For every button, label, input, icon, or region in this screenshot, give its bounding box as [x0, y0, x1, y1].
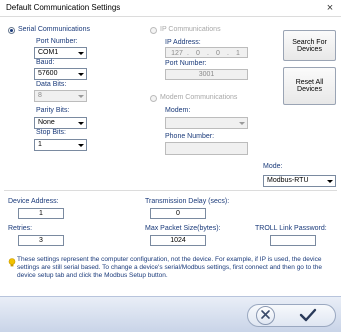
- device-address-label: Device Address:: [8, 198, 59, 205]
- info-text: These settings represent the computer co…: [17, 256, 322, 279]
- mode-label: Mode:: [263, 163, 283, 170]
- serial-communications-radio[interactable]: [8, 27, 15, 34]
- parity-bits-label: Parity Bits:: [36, 107, 70, 114]
- reset-all-devices-label: Reset All Devices: [295, 79, 324, 93]
- transmission-delay-field[interactable]: 0: [150, 208, 206, 219]
- chevron-down-icon: [77, 141, 85, 149]
- port-number-value: COM1: [38, 49, 59, 56]
- modem-label: Modem:: [165, 107, 191, 114]
- max-packet-size-field[interactable]: 1024: [150, 235, 206, 246]
- ip-octet: 127: [171, 50, 183, 57]
- port-number-select[interactable]: COM1: [34, 47, 87, 59]
- chevron-down-icon: [326, 177, 334, 185]
- ip-port-number-label: Port Number:: [165, 60, 207, 67]
- x-circle-icon: [260, 309, 271, 322]
- parity-bits-select[interactable]: None: [34, 117, 87, 129]
- phone-number-field: [165, 142, 248, 155]
- phone-number-label: Phone Number:: [165, 133, 215, 140]
- max-packet-size-label: Max Packet Size(bytes):: [145, 225, 221, 232]
- data-bits-label: Data Bits:: [36, 81, 67, 88]
- transmission-delay-label: Transmission Delay (secs):: [145, 198, 230, 205]
- reset-all-devices-button[interactable]: Reset All Devices: [283, 67, 336, 105]
- lightbulb-icon: [8, 258, 16, 268]
- mode-value: Modbus-RTU: [267, 177, 309, 184]
- retries-field[interactable]: 3: [18, 235, 64, 246]
- ok-button[interactable]: [285, 305, 330, 326]
- stop-bits-select[interactable]: 1: [34, 139, 87, 151]
- ip-address-field: 127 . 0 . 0 . 1: [165, 47, 248, 58]
- retries-label: Retries:: [8, 225, 33, 232]
- stop-bits-value: 1: [38, 141, 42, 148]
- chevron-down-icon: [77, 70, 85, 78]
- baud-label: Baud:: [36, 59, 55, 66]
- search-for-devices-button[interactable]: Search For Devices: [283, 30, 336, 61]
- ip-communications-label: IP Communications: [160, 26, 221, 33]
- chevron-down-icon: [77, 119, 85, 127]
- ip-octet: 1: [236, 50, 240, 57]
- serial-communications-label: Serial Communications: [18, 26, 90, 33]
- device-address-field[interactable]: 1: [18, 208, 64, 219]
- ip-port-number-field: 3001: [165, 69, 248, 80]
- mode-select[interactable]: Modbus-RTU: [263, 175, 336, 187]
- stop-bits-label: Stop Bits:: [36, 129, 66, 136]
- window-title: Default Communication Settings: [6, 3, 121, 12]
- baud-value: 57600: [38, 70, 58, 77]
- section-divider: [4, 190, 337, 191]
- modem-communications-radio[interactable]: [150, 95, 157, 102]
- ip-octet: 0: [216, 50, 220, 57]
- modem-select: [165, 117, 248, 129]
- ip-communications-radio[interactable]: [150, 27, 157, 34]
- ip-octet: 0: [196, 50, 200, 57]
- ip-address-label: IP Address:: [165, 39, 201, 46]
- troll-link-password-field[interactable]: [270, 235, 316, 246]
- chevron-down-icon: [238, 119, 246, 127]
- baud-select[interactable]: 57600: [34, 68, 87, 80]
- parity-bits-value: None: [38, 119, 55, 126]
- search-for-devices-label: Search For Devices: [292, 38, 327, 53]
- chevron-down-icon: [77, 49, 85, 57]
- chevron-down-icon: [77, 92, 85, 100]
- checkmark-icon: [299, 308, 317, 324]
- data-bits-select: 8: [34, 90, 87, 102]
- modem-communications-label: Modem Communications: [160, 94, 238, 101]
- port-number-label: Port Number:: [36, 38, 78, 45]
- cancel-button[interactable]: [256, 306, 275, 325]
- troll-link-password-label: TROLL Link Password:: [255, 225, 327, 232]
- close-icon[interactable]: ×: [323, 1, 337, 15]
- data-bits-value: 8: [38, 92, 42, 99]
